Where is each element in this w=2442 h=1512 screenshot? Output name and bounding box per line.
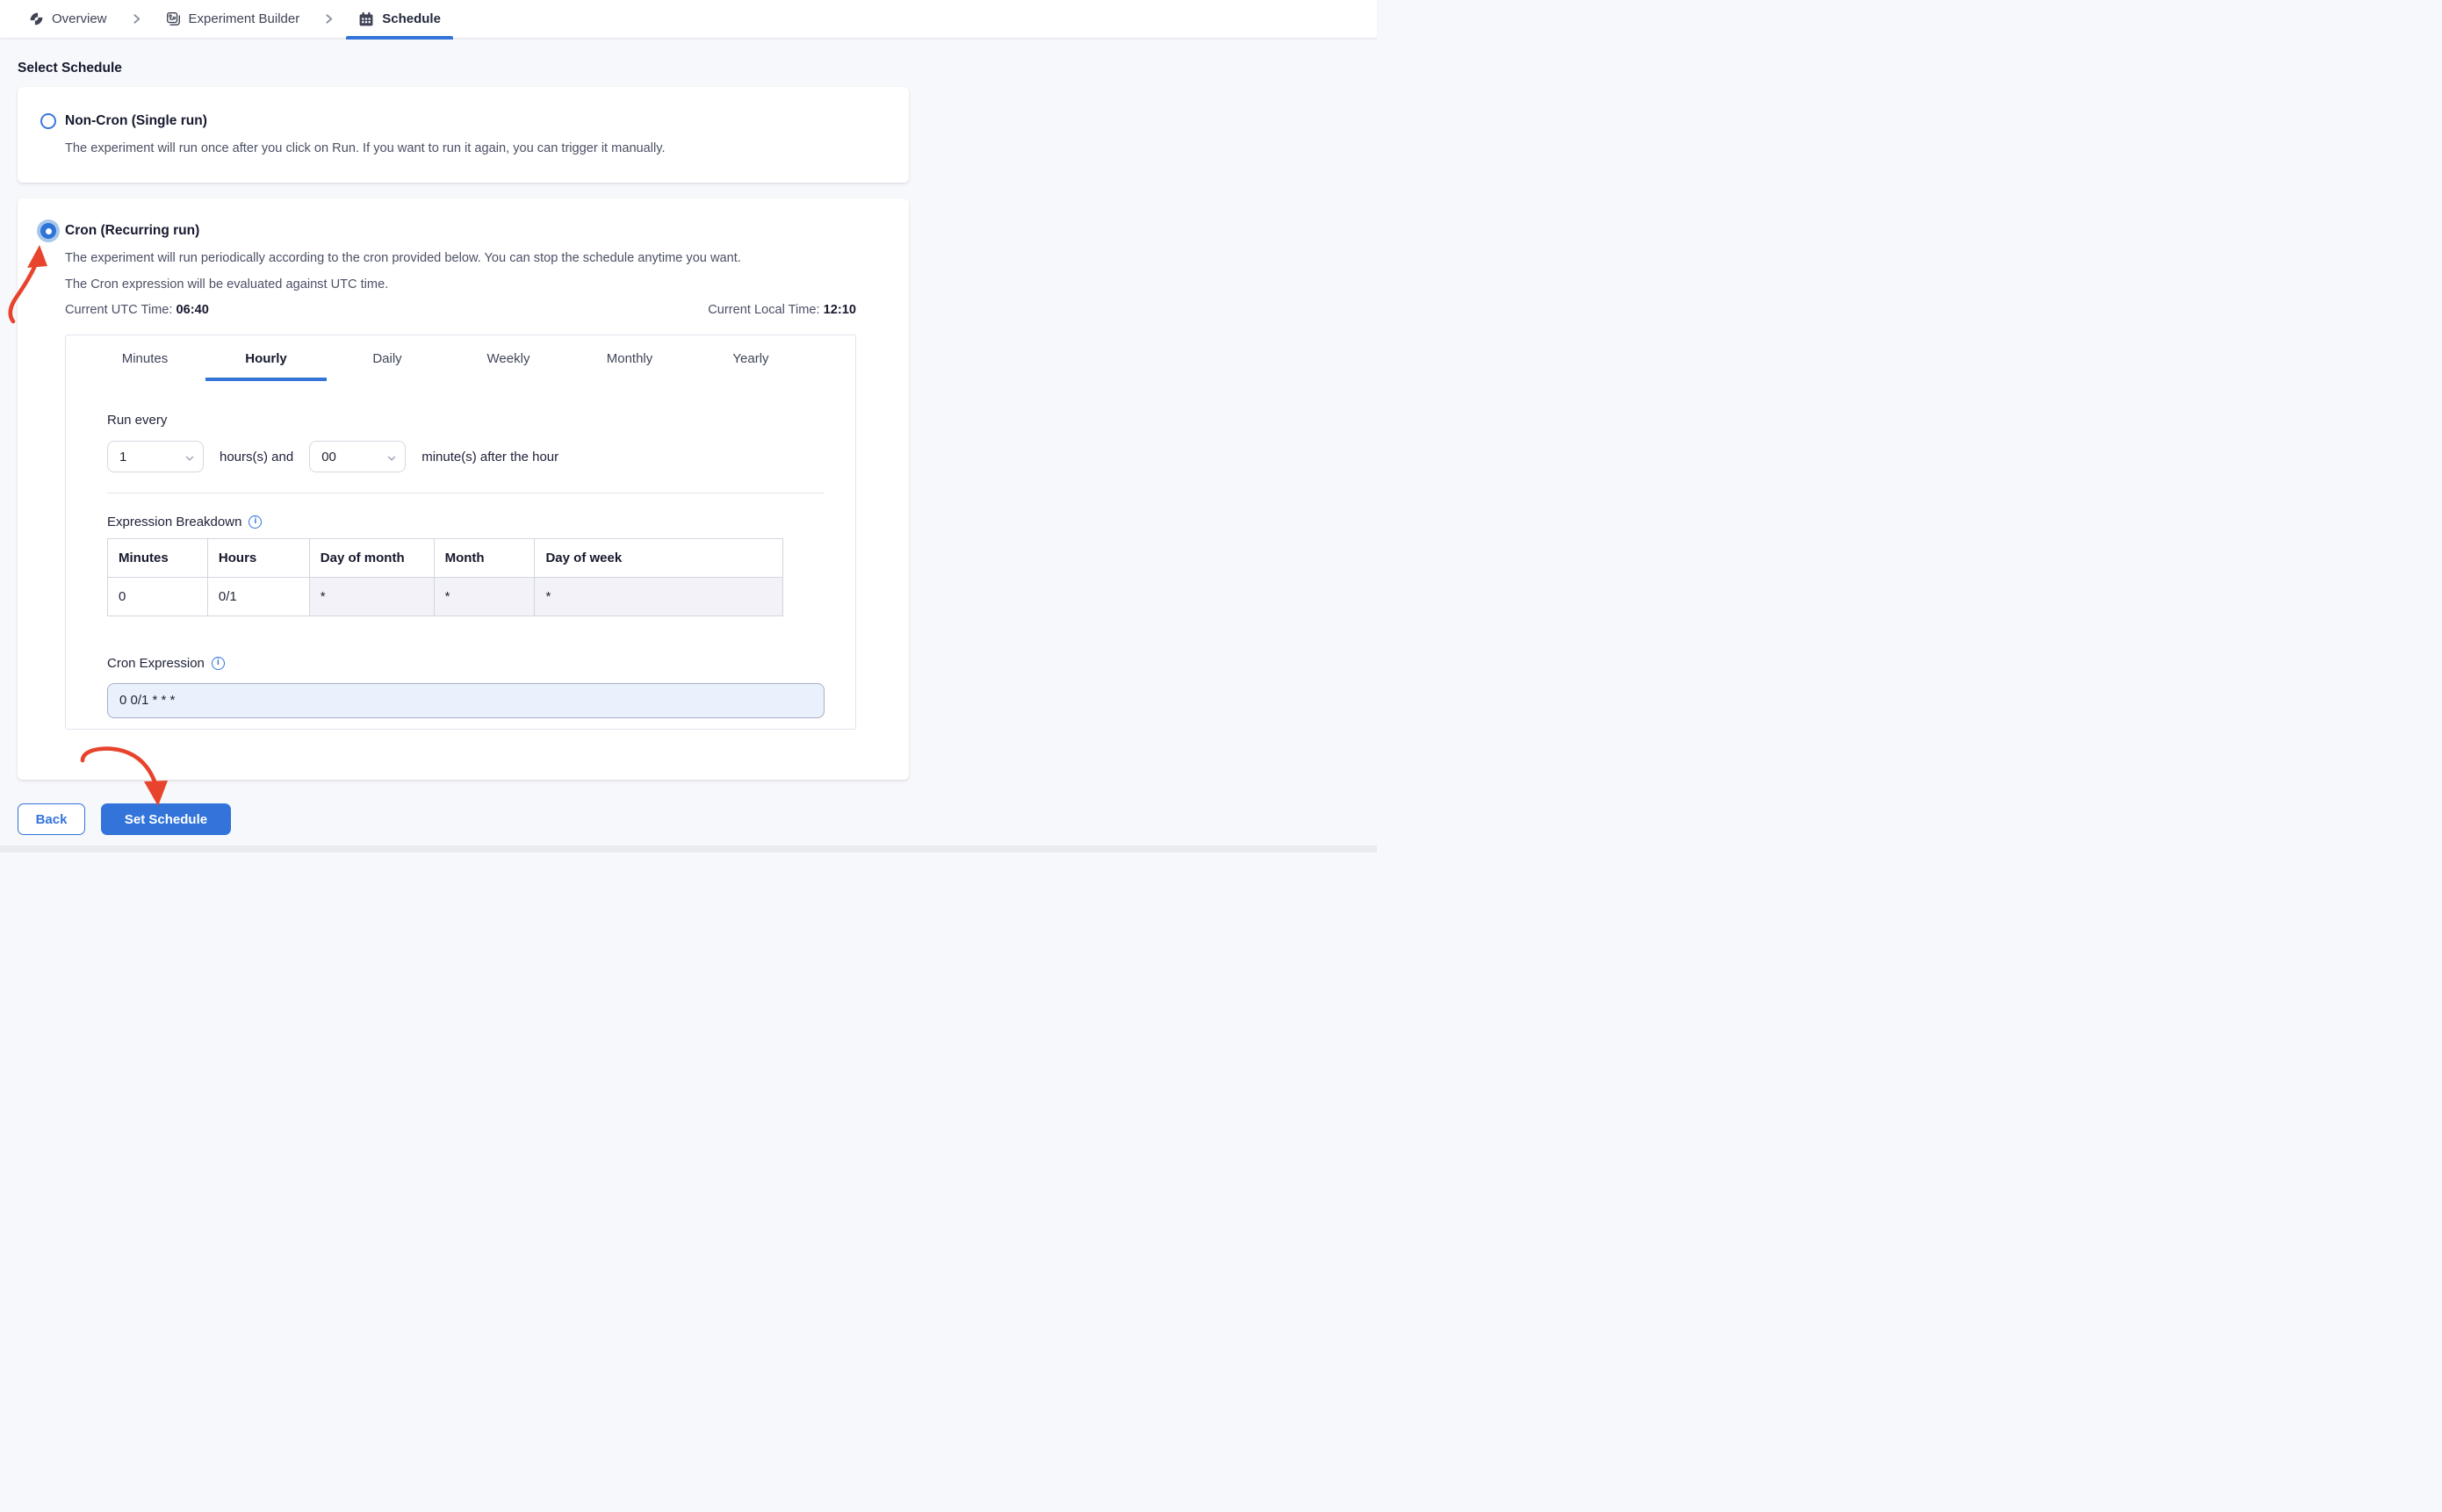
column-header: Minutes [107,538,208,578]
cron-expression-input[interactable]: 0 0/1 * * * [107,683,825,718]
frequency-tabs: Minutes Hourly Daily Weekly Monthly Year… [66,335,855,381]
breadcrumb-label: Experiment Builder [188,11,300,26]
minutes-suffix-text: minute(s) after the hour [421,449,559,464]
column-header: Day of week [534,538,783,578]
table-row: 0 0/1 * * * [107,577,783,616]
info-icon[interactable]: i [211,657,225,670]
current-utc-time: Current UTC Time: 06:40 [65,303,209,317]
info-icon[interactable]: i [249,515,263,529]
current-local-time: Current Local Time: 12:10 [708,303,856,317]
tab-yearly[interactable]: Yearly [690,335,811,381]
minutes-select[interactable]: 00 [309,441,407,472]
tab-monthly[interactable]: Monthly [569,335,690,381]
chevron-down-icon [386,452,397,467]
breadcrumb: Overview Experiment Builder Schedule [0,0,1377,40]
month-cell: * [433,577,536,616]
tab-weekly[interactable]: Weekly [448,335,569,381]
chevron-right-icon [130,12,143,25]
tab-daily[interactable]: Daily [327,335,448,381]
chevron-right-icon [322,12,335,25]
cron-description-1: The experiment will run periodically acc… [65,251,741,265]
hours-select[interactable]: 1 [107,441,204,472]
page-title: Select Schedule [18,61,122,76]
calendar-icon [358,11,374,27]
breadcrumb-label: Schedule [382,11,441,26]
non-cron-title: Non-Cron (Single run) [65,113,207,128]
breadcrumb-item-overview[interactable]: Overview [29,0,119,39]
cron-description-2: The Cron expression will be evaluated ag… [65,277,389,292]
column-header: Hours [206,538,310,578]
run-every-label: Run every [107,413,168,428]
non-cron-description: The experiment will run once after you c… [65,141,666,155]
cron-expression-label: Cron Expression [107,656,205,671]
minutes-select-value: 00 [321,449,336,464]
cron-radio[interactable] [40,223,56,239]
hours-suffix-text: hours(s) and [220,449,294,464]
cron-option-card: Cron (Recurring run) The experiment will… [18,198,909,780]
chevron-down-icon [184,452,195,467]
column-header: Day of month [308,538,435,578]
back-button[interactable]: Back [18,803,85,835]
viewport-bottom-strip [0,846,1377,853]
overview-pinwheel-icon [29,11,44,26]
cron-title: Cron (Recurring run) [65,223,200,238]
tab-hourly[interactable]: Hourly [205,335,327,381]
local-time-value: 12:10 [823,303,856,317]
minutes-cell: 0 [107,577,208,616]
non-cron-option-card: Non-Cron (Single run) The experiment wil… [18,87,909,183]
breadcrumb-item-schedule[interactable]: Schedule [346,0,453,40]
breadcrumb-item-experiment-builder[interactable]: Experiment Builder [154,0,313,39]
hours-cell: 0/1 [206,577,310,616]
breadcrumb-label: Overview [52,11,107,26]
set-schedule-button[interactable]: Set Schedule [101,803,231,835]
day-of-week-cell: * [534,577,783,616]
column-header: Month [433,538,536,578]
utc-time-value: 06:40 [176,303,209,317]
experiment-builder-icon [166,11,181,26]
expression-breakdown-label: Expression Breakdown [107,515,242,529]
non-cron-radio[interactable] [40,113,56,129]
cron-builder-panel: Minutes Hourly Daily Weekly Monthly Year… [65,335,856,730]
day-of-month-cell: * [308,577,435,616]
hours-select-value: 1 [119,449,127,464]
expression-breakdown-table: Minutes Hours Day of month Month Day of … [107,538,783,616]
tab-minutes[interactable]: Minutes [84,335,205,381]
